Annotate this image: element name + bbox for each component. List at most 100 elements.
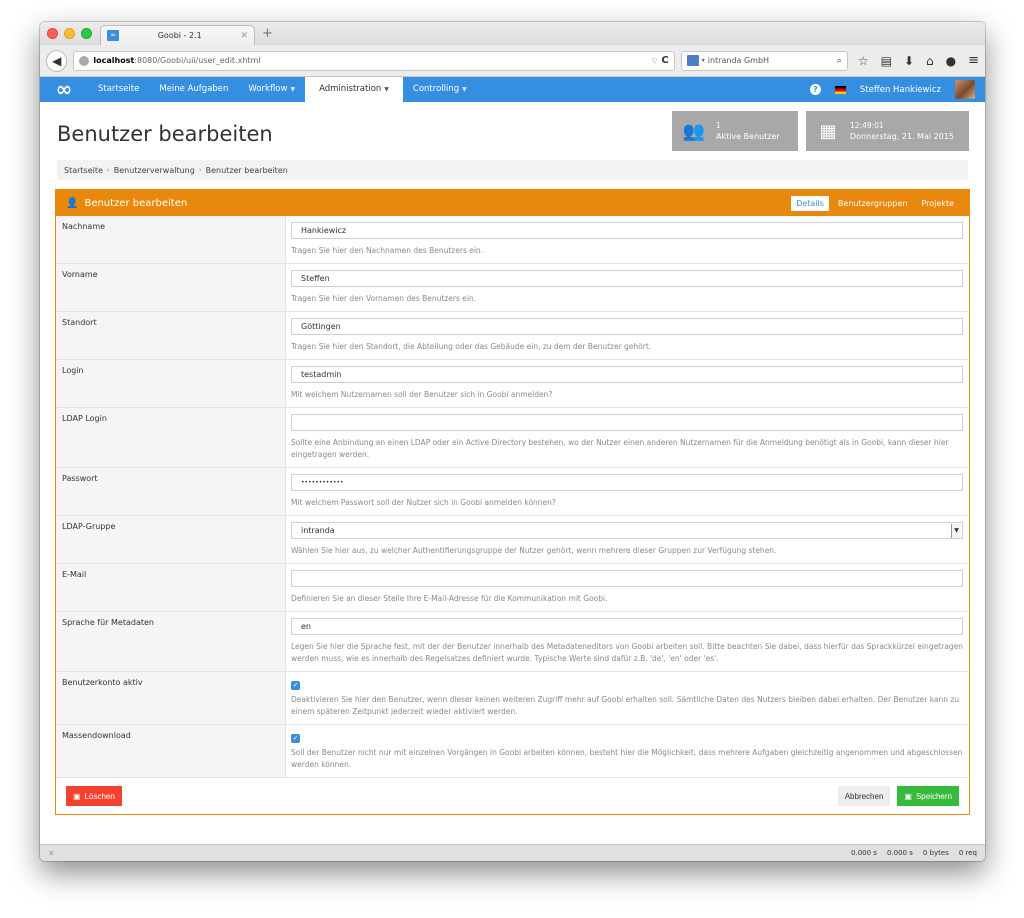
caret-down-icon: ▼: [384, 86, 389, 93]
tab-benutzergruppen[interactable]: Benutzergruppen: [833, 196, 913, 211]
tab-close-icon[interactable]: ✕: [240, 31, 248, 41]
tab-details[interactable]: Details: [791, 195, 829, 211]
reload-icon[interactable]: C: [661, 55, 668, 66]
active-users-count: 1: [716, 121, 721, 130]
sprache-help: Legen Sie hier die Sprache fest, mit der…: [291, 642, 963, 663]
konto-aktiv-checkbox[interactable]: ✓: [291, 681, 300, 690]
form-row-login: Login Mit welchem Nutzernamen soll der B…: [56, 360, 969, 408]
form-row-email: E-Mail Definieren Sie an dieser Stelle I…: [56, 564, 969, 612]
nav-startseite[interactable]: Startseite: [88, 77, 149, 102]
nachname-help: Tragen Sie hier den Nachnamen des Benutz…: [291, 246, 484, 255]
search-engine-name: intranda GmbH: [707, 56, 770, 65]
standort-label: Standort: [56, 312, 286, 359]
sprache-input[interactable]: [291, 618, 963, 635]
ldap-login-help: Sollte eine Anbindung an einen LDAP oder…: [291, 438, 949, 459]
status-bar: ✕ 0.000 s 0.000 s 0 bytes 0 req: [40, 844, 985, 861]
arrow-left-icon: ◀: [52, 53, 62, 68]
email-input[interactable]: [291, 570, 963, 587]
breadcrumb-current: Benutzer bearbeiten: [205, 165, 288, 175]
close-icon[interactable]: ✕: [48, 849, 55, 858]
search-engine-dropdown-icon[interactable]: ▾: [702, 57, 705, 64]
breadcrumb-separator: ›: [106, 166, 110, 174]
users-icon: 👥: [682, 120, 706, 142]
search-icon[interactable]: ⌕: [837, 56, 842, 66]
star-icon[interactable]: ☆: [858, 54, 869, 68]
form-row-massendownload: Massendownload ✓ Soll der Benutzer nicht…: [56, 725, 969, 778]
ldap-gruppe-label: LDAP-Gruppe: [56, 516, 286, 563]
nav-workflow[interactable]: Workflow ▼: [238, 77, 305, 102]
vorname-input[interactable]: [291, 270, 963, 287]
nav-meine-aufgaben[interactable]: Meine Aufgaben: [149, 77, 238, 102]
form-row-konto-aktiv: Benutzerkonto aktiv ✓ Deaktivieren Sie h…: [56, 672, 969, 725]
ldap-gruppe-selected: intranda: [301, 526, 335, 535]
ldap-gruppe-select[interactable]: intranda ▼: [291, 522, 963, 539]
login-help: Mit welchem Nutzernamen soll der Benutze…: [291, 390, 553, 399]
tab-projekte[interactable]: Projekte: [916, 196, 959, 211]
clipboard-icon[interactable]: ▤: [881, 54, 892, 68]
globe-icon: [79, 55, 90, 66]
current-date: Donnerstag, 21. Mai 2015: [850, 132, 954, 141]
browser-tab-bar: ∞ Goobi - 2.1 ✕ +: [40, 22, 985, 45]
minimize-window-button[interactable]: [64, 28, 75, 39]
status-bytes: 0 bytes: [922, 849, 949, 857]
konto-aktiv-help: Deaktivieren Sie hier den Benutzer, wenn…: [291, 695, 960, 716]
standort-input[interactable]: [291, 318, 963, 335]
download-icon[interactable]: ⬇: [904, 54, 914, 68]
search-bar[interactable]: ▾ intranda GmbH ⌕: [680, 50, 848, 71]
nachname-input[interactable]: [291, 222, 963, 239]
chat-icon[interactable]: ●: [946, 54, 956, 68]
calendar-icon: ▦: [819, 120, 837, 142]
url-bar[interactable]: localhost:8080/Goobi/uii/user_edit.xhtml…: [73, 50, 675, 71]
german-flag-icon[interactable]: [834, 85, 846, 94]
home-icon[interactable]: ⌂: [926, 54, 934, 68]
delete-button[interactable]: ▣ Löschen: [66, 786, 122, 806]
user-menu[interactable]: Steffen Hankiewicz: [860, 85, 941, 95]
massendownload-label: Massendownload: [56, 725, 286, 777]
app-navbar: ∞ Startseite Meine Aufgaben Workflow ▼ Ad…: [40, 77, 985, 102]
tab-title: Goobi - 2.1: [157, 31, 202, 40]
cancel-button[interactable]: Abbrechen: [837, 786, 891, 806]
breadcrumb: Startseite › Benutzerverwaltung › Benutz…: [57, 160, 968, 180]
form-row-standort: Standort Tragen Sie hier den Standort, d…: [56, 312, 969, 360]
nav-controlling[interactable]: Controlling ▼: [403, 77, 477, 102]
search-engine-icon[interactable]: [686, 55, 699, 66]
active-users-label: Aktive Benutzer: [716, 132, 780, 141]
browser-window: ∞ Goobi - 2.1 ✕ + ◀ localhost:8080/Goobi…: [40, 22, 985, 861]
ldap-gruppe-help: Wählen Sie hier aus, zu welcher Authenti…: [291, 546, 777, 555]
caret-down-icon: ▼: [462, 86, 467, 93]
goobi-logo[interactable]: ∞: [40, 77, 88, 102]
passwort-label: Passwort: [56, 468, 286, 515]
browser-tab[interactable]: ∞ Goobi - 2.1 ✕: [100, 25, 255, 45]
new-tab-button[interactable]: +: [262, 26, 273, 41]
avatar[interactable]: [955, 80, 975, 99]
massendownload-checkbox[interactable]: ✓: [291, 734, 300, 743]
hamburger-menu-icon[interactable]: ≡: [968, 53, 979, 68]
save-button[interactable]: ▣ Speichern: [897, 786, 959, 806]
url-host: localhost: [93, 56, 135, 65]
login-input[interactable]: [291, 366, 963, 383]
box-title: Benutzer bearbeiten: [84, 197, 188, 209]
maximize-window-button[interactable]: [81, 28, 92, 39]
form-row-nachname: Nachname Tragen Sie hier den Nachnamen d…: [56, 216, 969, 264]
ldap-login-input[interactable]: [291, 414, 963, 431]
breadcrumb-startseite[interactable]: Startseite: [64, 166, 103, 175]
nav-administration[interactable]: Administration ▼: [305, 77, 403, 102]
close-window-button[interactable]: [47, 28, 58, 39]
passwort-input[interactable]: [291, 474, 963, 491]
standort-help: Tragen Sie hier den Standort, die Abteil…: [291, 342, 652, 351]
breadcrumb-benutzerverwaltung[interactable]: Benutzerverwaltung: [114, 166, 195, 175]
active-users-box: 👥 1 Aktive Benutzer: [672, 111, 798, 151]
floppy-disk-icon: ▣: [904, 791, 912, 801]
back-button[interactable]: ◀: [46, 49, 68, 72]
email-label: E-Mail: [56, 564, 286, 611]
nachname-label: Nachname: [56, 216, 286, 263]
breadcrumb-separator: ›: [198, 166, 202, 174]
page-title: Benutzer bearbeiten: [57, 122, 273, 146]
passwort-help: Mit welchem Passwort soll der Nutzer sic…: [291, 498, 556, 507]
user-edit-box: 👤 Benutzer bearbeiten Details Benutzergr…: [55, 189, 970, 815]
status-time-1: 0.000 s: [851, 849, 877, 857]
browser-toolbar: ◀ localhost:8080/Goobi/uii/user_edit.xht…: [40, 45, 985, 77]
help-icon[interactable]: ?: [809, 84, 821, 95]
select-arrow-icon[interactable]: ▼: [951, 524, 961, 538]
url-dropdown-icon[interactable]: ▽: [652, 57, 657, 65]
